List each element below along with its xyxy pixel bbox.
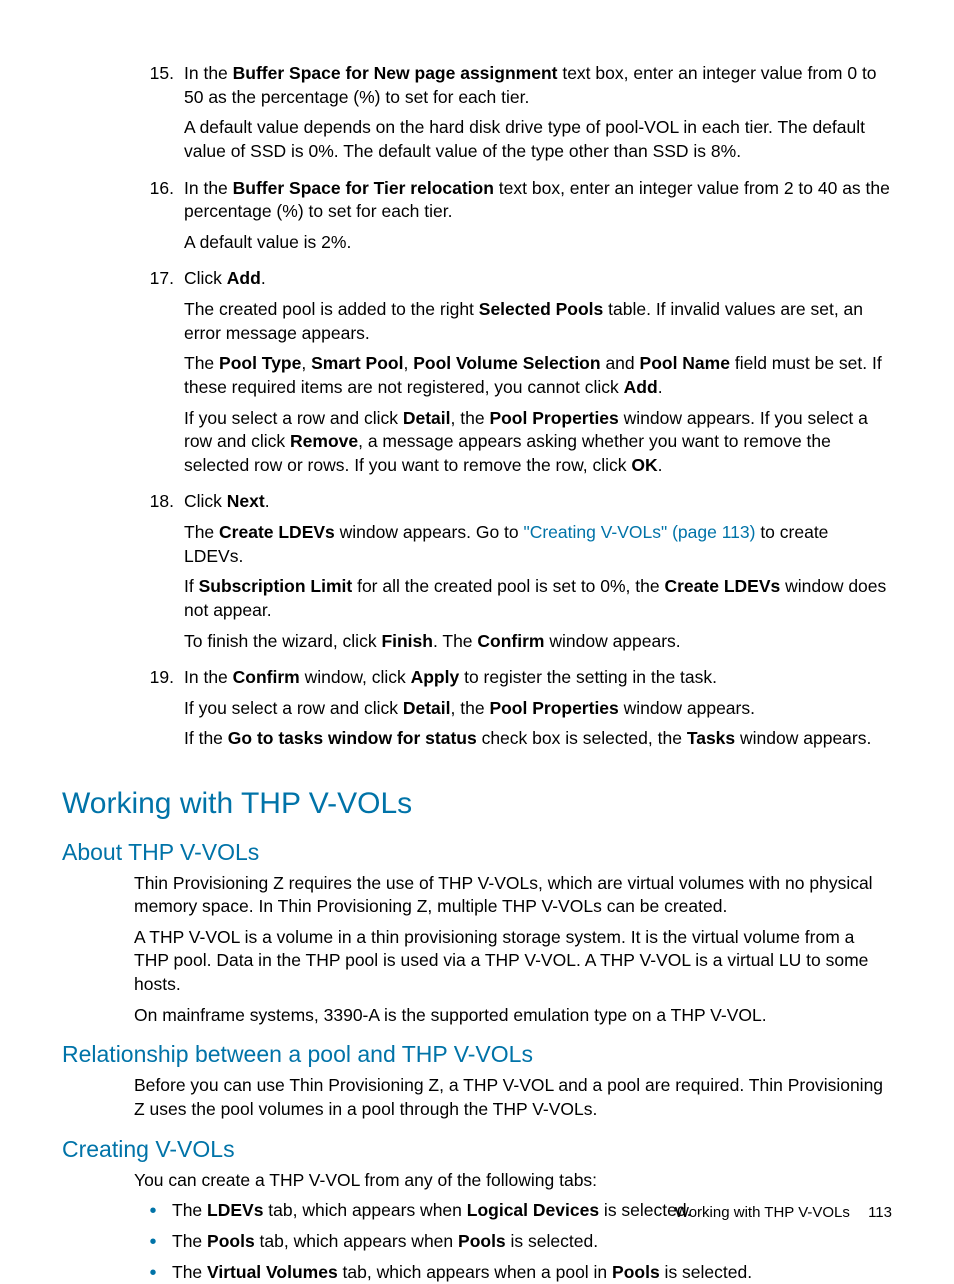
step-15: 15. In the Buffer Space for New page ass… xyxy=(134,62,892,171)
bullet-icon: • xyxy=(134,1261,172,1284)
list-item: • The Pools tab, which appears when Pool… xyxy=(134,1230,892,1254)
step-text: The created pool is added to the right S… xyxy=(184,298,892,345)
step-number: 15. xyxy=(134,62,184,171)
step-text: In the Buffer Space for Tier relocation … xyxy=(184,177,892,224)
creating-body: You can create a THP V-VOL from any of t… xyxy=(134,1169,892,1284)
body-text: Thin Provisioning Z requires the use of … xyxy=(134,872,892,919)
document-page: 15. In the Buffer Space for New page ass… xyxy=(0,0,954,1284)
step-19: 19. In the Confirm window, click Apply t… xyxy=(134,666,892,758)
page-footer: Working with THP V-VOLs 113 xyxy=(675,1203,892,1223)
step-body: Click Next. The Create LDEVs window appe… xyxy=(184,490,892,660)
bullet-icon: • xyxy=(134,1230,172,1254)
page-number: 113 xyxy=(868,1204,892,1221)
step-text: To finish the wizard, click Finish. The … xyxy=(184,630,892,654)
section-heading-working-with-thp-vvols: Working with THP V-VOLs xyxy=(62,784,892,825)
subheading-about-thp-vvols: About THP V-VOLs xyxy=(62,837,892,868)
step-text: The Create LDEVs window appears. Go to "… xyxy=(184,521,892,568)
step-18: 18. Click Next. The Create LDEVs window … xyxy=(134,490,892,660)
step-body: In the Confirm window, click Apply to re… xyxy=(184,666,892,758)
step-text: Click Add. xyxy=(184,267,892,291)
step-text: In the Confirm window, click Apply to re… xyxy=(184,666,892,690)
step-text: If Subscription Limit for all the create… xyxy=(184,575,892,622)
step-number: 18. xyxy=(134,490,184,660)
step-text: A default value depends on the hard disk… xyxy=(184,116,892,163)
step-17: 17. Click Add. The created pool is added… xyxy=(134,267,892,484)
list-item: • The Virtual Volumes tab, which appears… xyxy=(134,1261,892,1284)
step-16: 16. In the Buffer Space for Tier relocat… xyxy=(134,177,892,262)
body-text: On mainframe systems, 3390-A is the supp… xyxy=(134,1004,892,1028)
creating-vvols-link[interactable]: "Creating V-VOLs" (page 113) xyxy=(524,522,756,542)
footer-title: Working with THP V-VOLs xyxy=(675,1204,850,1221)
subheading-relationship: Relationship between a pool and THP V-VO… xyxy=(62,1039,892,1070)
step-body: In the Buffer Space for Tier relocation … xyxy=(184,177,892,262)
step-text: A default value is 2%. xyxy=(184,231,892,255)
list-text: The Virtual Volumes tab, which appears w… xyxy=(172,1261,892,1284)
relationship-body: Before you can use Thin Provisioning Z, … xyxy=(134,1074,892,1121)
about-body: Thin Provisioning Z requires the use of … xyxy=(134,872,892,1028)
step-body: Click Add. The created pool is added to … xyxy=(184,267,892,484)
step-text: The Pool Type, Smart Pool, Pool Volume S… xyxy=(184,352,892,399)
body-text: You can create a THP V-VOL from any of t… xyxy=(134,1169,892,1193)
list-text: The Pools tab, which appears when Pools … xyxy=(172,1230,892,1254)
step-text: If you select a row and click Detail, th… xyxy=(184,697,892,721)
subheading-creating-vvols: Creating V-VOLs xyxy=(62,1134,892,1165)
body-text: A THP V-VOL is a volume in a thin provis… xyxy=(134,926,892,997)
bullet-icon: • xyxy=(134,1199,172,1223)
body-text: Before you can use Thin Provisioning Z, … xyxy=(134,1074,892,1121)
step-number: 19. xyxy=(134,666,184,758)
step-body: In the Buffer Space for New page assignm… xyxy=(184,62,892,171)
step-text: If the Go to tasks window for status che… xyxy=(184,727,892,751)
numbered-steps: 15. In the Buffer Space for New page ass… xyxy=(134,62,892,758)
step-text: Click Next. xyxy=(184,490,892,514)
step-text: If you select a row and click Detail, th… xyxy=(184,407,892,478)
step-number: 17. xyxy=(134,267,184,484)
step-text: In the Buffer Space for New page assignm… xyxy=(184,62,892,109)
step-number: 16. xyxy=(134,177,184,262)
